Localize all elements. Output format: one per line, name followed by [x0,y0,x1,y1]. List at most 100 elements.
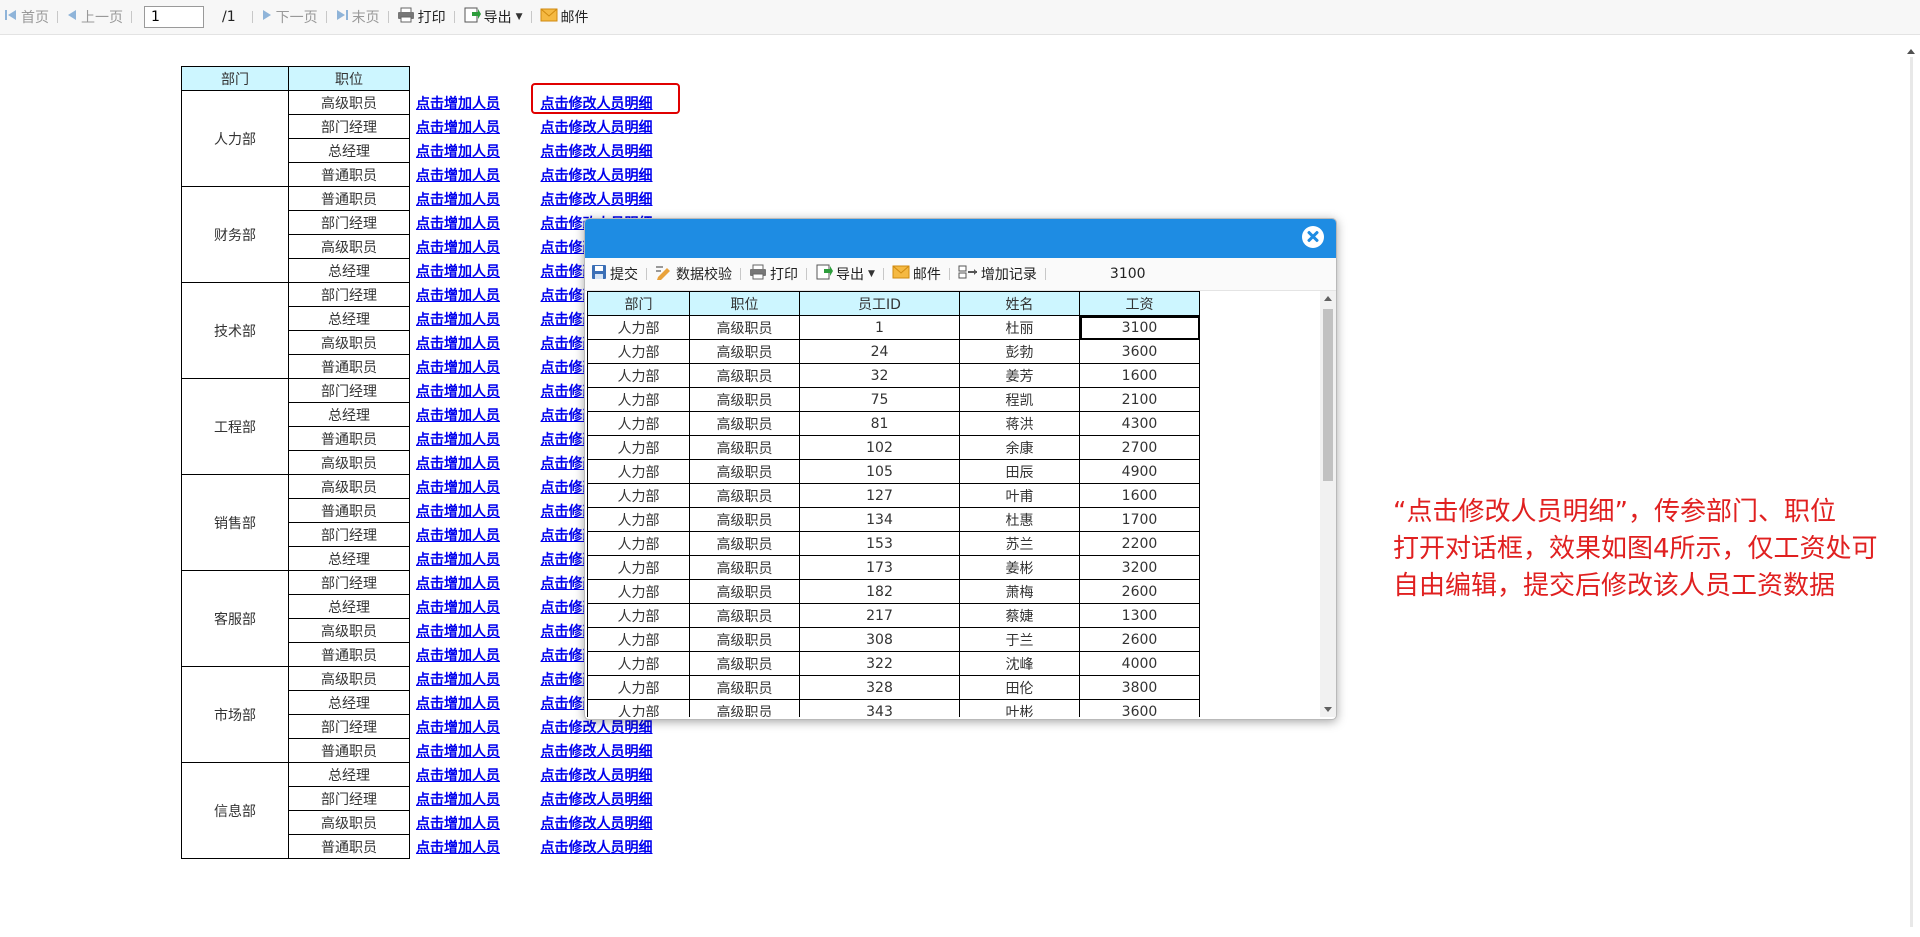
salary-cell[interactable]: 4900 [1079,459,1200,484]
scroll-up-icon[interactable] [1907,49,1915,54]
modify-staff-link[interactable]: 点击修改人员明细 [541,168,653,184]
add-staff-link[interactable]: 点击增加人员 [416,312,500,328]
add-staff-link[interactable]: 点击增加人员 [416,576,500,592]
salary-cell[interactable]: 1300 [1079,603,1200,628]
link-cell: 点击增加人员 [410,643,535,667]
add-staff-link[interactable]: 点击增加人员 [416,408,500,424]
page-number-input[interactable] [144,6,204,28]
salary-cell[interactable]: 2200 [1079,531,1200,556]
add-staff-link[interactable]: 点击增加人员 [416,360,500,376]
close-icon[interactable] [1302,226,1324,248]
salary-cell[interactable]: 2100 [1079,387,1200,412]
add-record-button[interactable]: 增加记录 [954,263,1041,285]
page-scrollbar[interactable] [1903,35,1920,937]
add-staff-link[interactable]: 点击增加人员 [416,792,500,808]
department-cell: 市场部 [181,666,289,763]
add-staff-link[interactable]: 点击增加人员 [416,192,500,208]
grid-cell: 高级职员 [689,675,800,700]
modify-staff-link[interactable]: 点击修改人员明细 [541,768,653,784]
export-button[interactable]: 导出 ▼ [459,6,527,28]
add-staff-link[interactable]: 点击增加人员 [416,432,500,448]
add-staff-link[interactable]: 点击增加人员 [416,168,500,184]
position-cell: 总经理 [288,546,410,571]
dialog-mail-label: 邮件 [912,267,941,283]
salary-cell[interactable]: 2600 [1079,627,1200,652]
modify-staff-link[interactable]: 点击修改人员明细 [541,192,653,208]
modify-staff-link[interactable]: 点击修改人员明细 [541,816,653,832]
add-staff-link[interactable]: 点击增加人员 [416,672,500,688]
add-staff-link[interactable]: 点击增加人员 [416,456,500,472]
modify-staff-link[interactable]: 点击修改人员明细 [541,120,653,136]
link-cell: 点击修改人员明细 [535,139,683,163]
mail-button[interactable]: 邮件 [536,6,593,28]
add-staff-link[interactable]: 点击增加人员 [416,384,500,400]
add-staff-link[interactable]: 点击增加人员 [416,528,500,544]
salary-cell[interactable]: 2700 [1079,435,1200,460]
scroll-down-icon[interactable] [1324,707,1332,712]
next-page-button[interactable]: 下一页 [257,6,322,28]
add-staff-link[interactable]: 点击增加人员 [416,552,500,568]
modify-staff-link[interactable]: 点击修改人员明细 [541,792,653,808]
next-page-icon [261,8,273,26]
table-row: 财务部 普通职员 点击增加人员 点击修改人员明细 [181,186,683,283]
validate-button[interactable]: 数据校验 [651,263,736,285]
annotation-text: “点击修改人员明细”，传参部门、职位 打开对话框，效果如图4所示，仅工资处可 自… [1393,494,1913,605]
scroll-track[interactable] [1910,57,1913,927]
scroll-up-icon[interactable] [1324,296,1332,301]
add-staff-link[interactable]: 点击增加人员 [416,288,500,304]
annotation-line: “点击修改人员明细”，传参部门、职位 [1393,497,1836,527]
salary-cell[interactable]: 3800 [1079,675,1200,700]
add-staff-link[interactable]: 点击增加人员 [416,144,500,160]
add-staff-link[interactable]: 点击增加人员 [416,240,500,256]
add-staff-link[interactable]: 点击增加人员 [416,696,500,712]
add-staff-link[interactable]: 点击增加人员 [416,504,500,520]
salary-cell[interactable]: 4000 [1079,651,1200,676]
add-staff-link[interactable]: 点击增加人员 [416,816,500,832]
modify-staff-link[interactable]: 点击修改人员明细 [541,720,653,736]
dialog-export-button[interactable]: 导出 ▼ [811,263,879,285]
link-cell: 点击增加人员 [410,475,535,499]
department-cell: 技术部 [181,282,289,379]
add-staff-link[interactable]: 点击增加人员 [416,720,500,736]
add-staff-link[interactable]: 点击增加人员 [416,648,500,664]
salary-cell[interactable]: 1600 [1079,363,1200,388]
prev-page-button[interactable]: 上一页 [62,6,127,28]
print-button[interactable]: 打印 [393,6,450,28]
salary-cell[interactable]: 3600 [1079,699,1200,717]
grid-cell: 人力部 [587,339,690,364]
salary-cell[interactable]: 2600 [1079,579,1200,604]
modify-staff-link[interactable]: 点击修改人员明细 [541,840,653,856]
add-staff-link[interactable]: 点击增加人员 [416,744,500,760]
dialog-scrollbar[interactable] [1320,291,1336,717]
link-cell: 点击增加人员 [410,331,535,355]
add-staff-link[interactable]: 点击增加人员 [416,840,500,856]
scroll-thumb[interactable] [1323,309,1333,481]
salary-cell[interactable]: 1700 [1079,507,1200,532]
add-staff-link[interactable]: 点击增加人员 [416,624,500,640]
salary-cell[interactable]: 4300 [1079,411,1200,436]
add-staff-link[interactable]: 点击增加人员 [416,96,500,112]
first-page-button[interactable]: 首页 [0,6,53,28]
add-staff-link[interactable]: 点击增加人员 [416,264,500,280]
add-staff-link[interactable]: 点击增加人员 [416,216,500,232]
salary-cell[interactable]: 3200 [1079,555,1200,580]
modify-staff-link[interactable]: 点击修改人员明细 [541,144,653,160]
dialog-print-button[interactable]: 打印 [745,263,802,285]
grid-cell: 人力部 [587,411,690,436]
add-staff-link[interactable]: 点击增加人员 [416,336,500,352]
add-staff-link[interactable]: 点击增加人员 [416,480,500,496]
position-cell: 部门经理 [288,114,410,139]
salary-cell[interactable]: 1600 [1079,483,1200,508]
add-staff-link[interactable]: 点击增加人员 [416,600,500,616]
salary-cell[interactable]: 3600 [1079,339,1200,364]
add-staff-link[interactable]: 点击增加人员 [416,768,500,784]
link-cell: 点击增加人员 [410,283,535,307]
dialog-mail-button[interactable]: 邮件 [888,263,945,285]
grid-cell: 高级职员 [689,627,800,652]
salary-cell[interactable]: 3100 [1079,315,1200,340]
add-staff-link[interactable]: 点击增加人员 [416,120,500,136]
last-page-button[interactable]: 末页 [331,6,384,28]
modify-staff-link[interactable]: 点击修改人员明细 [541,744,653,760]
submit-button[interactable]: 提交 [587,263,642,285]
grid-cell: 高级职员 [689,555,800,580]
